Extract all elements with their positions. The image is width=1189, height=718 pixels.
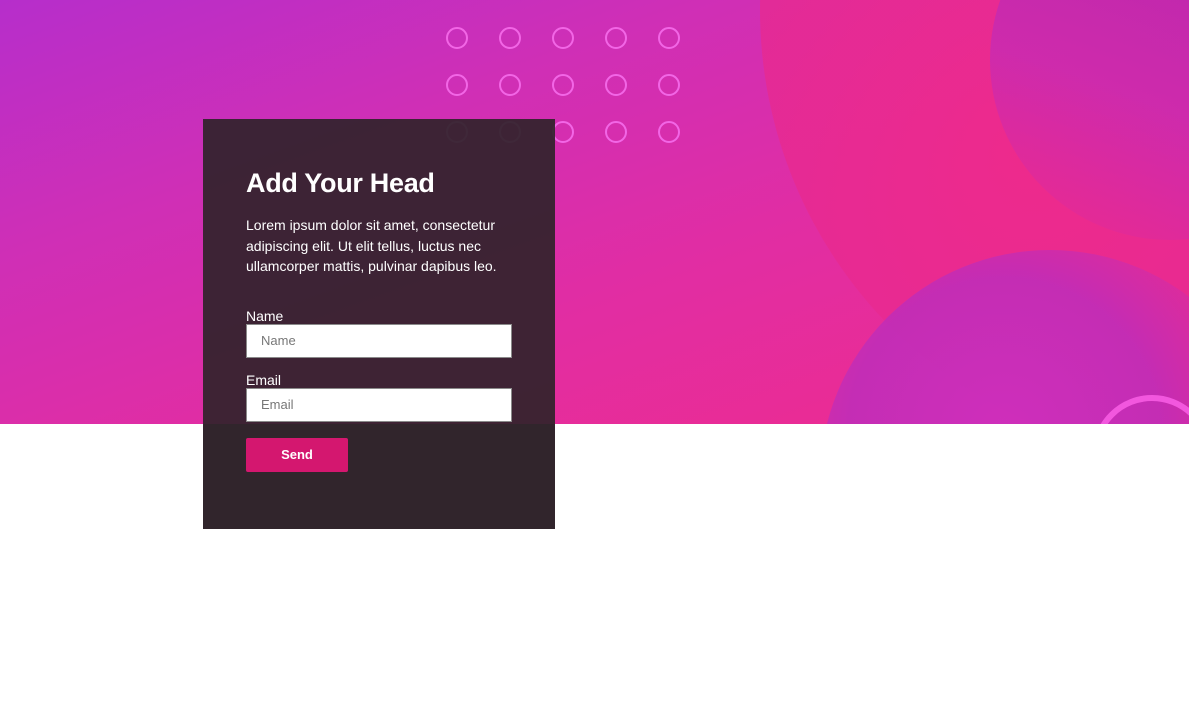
ring-dot <box>446 27 468 49</box>
ring-dot <box>552 27 574 49</box>
email-label: Email <box>246 371 282 388</box>
email-input[interactable] <box>246 387 512 422</box>
signup-form-card: Add Your Head Lorem ipsum dolor sit amet… <box>203 119 555 529</box>
ring-dot <box>658 27 680 49</box>
ring-dot <box>605 74 627 96</box>
ring-dot <box>499 74 521 96</box>
ring-dot <box>658 74 680 96</box>
send-button[interactable]: Send <box>246 437 348 472</box>
ring-dot <box>552 74 574 96</box>
ring-dot <box>446 74 468 96</box>
page: Add Your Head Lorem ipsum dolor sit amet… <box>0 0 1189 718</box>
name-input[interactable] <box>246 323 512 358</box>
ring-dot <box>499 27 521 49</box>
ring-dot <box>658 121 680 143</box>
ring-dot <box>552 121 574 143</box>
form-description: Lorem ipsum dolor sit amet, consectetur … <box>246 217 497 274</box>
hero-banner <box>0 0 1189 424</box>
ring-dot <box>605 121 627 143</box>
form-content: Add Your Head Lorem ipsum dolor sit amet… <box>246 167 512 472</box>
ring-dot <box>605 27 627 49</box>
form-heading: Add Your Head <box>246 168 435 198</box>
name-label: Name <box>246 307 284 324</box>
